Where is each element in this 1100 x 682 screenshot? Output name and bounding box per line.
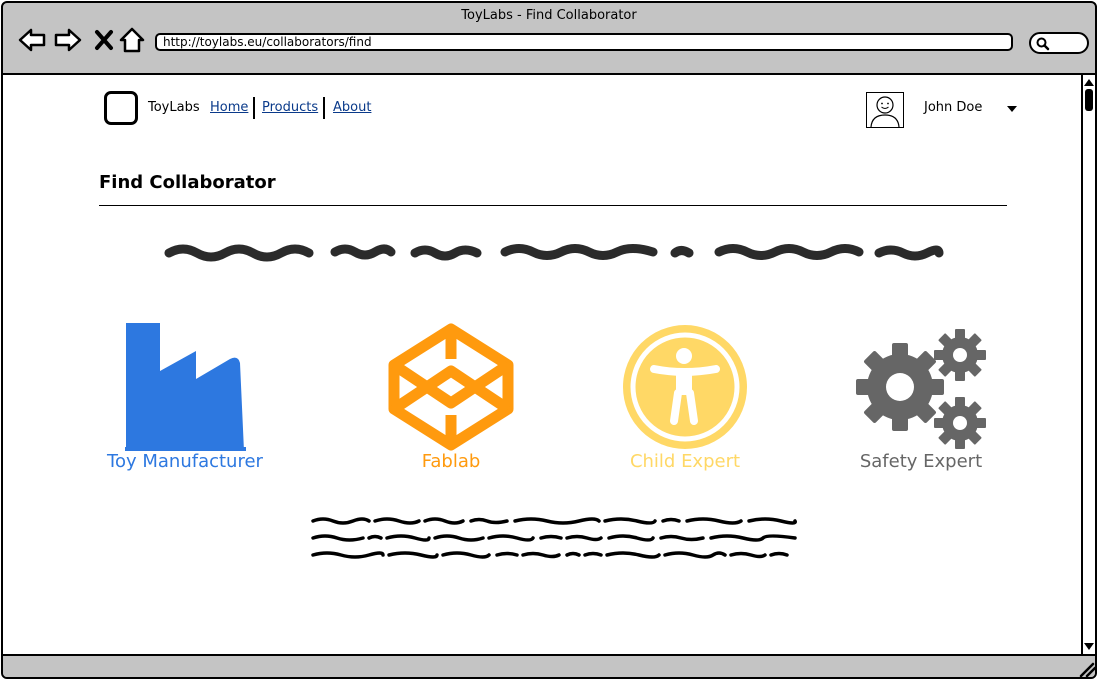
placeholder-heading-scribble bbox=[164, 244, 944, 262]
user-name[interactable]: John Doe bbox=[924, 100, 982, 115]
window-title: ToyLabs - Find Collaborator bbox=[461, 8, 637, 23]
resize-grip-icon[interactable] bbox=[1079, 662, 1097, 678]
address-bar[interactable]: http://toylabs.eu/collaborators/find bbox=[155, 33, 1013, 51]
user-avatar-icon bbox=[870, 96, 900, 128]
accessibility-icon bbox=[623, 325, 747, 449]
logo[interactable] bbox=[104, 91, 138, 125]
home-icon[interactable] bbox=[117, 25, 147, 55]
factory-icon bbox=[125, 323, 246, 451]
search-icon bbox=[1036, 37, 1050, 51]
page-title: Find Collaborator bbox=[99, 172, 276, 193]
category-toy-manufacturer[interactable]: Toy Manufacturer bbox=[75, 323, 295, 483]
avatar[interactable] bbox=[866, 92, 904, 128]
codepen-cube-icon bbox=[388, 323, 514, 451]
scroll-down-arrow-icon[interactable] bbox=[1083, 642, 1095, 652]
forward-arrow-icon[interactable] bbox=[53, 25, 83, 55]
page-viewport: ToyLabs Home Products About John Doe Fin… bbox=[3, 73, 1081, 656]
vertical-scrollbar[interactable] bbox=[1081, 73, 1095, 656]
gears-icon bbox=[856, 329, 986, 449]
category-safety-expert[interactable]: Safety Expert bbox=[811, 323, 1031, 483]
category-label: Fablab bbox=[421, 451, 481, 472]
category-label: Child Expert bbox=[629, 451, 741, 472]
category-label: Toy Manufacturer bbox=[107, 451, 263, 472]
nav-separator bbox=[253, 97, 255, 119]
category-label: Safety Expert bbox=[859, 451, 983, 472]
back-arrow-icon[interactable] bbox=[17, 25, 47, 55]
chevron-down-icon[interactable] bbox=[1006, 105, 1018, 113]
scroll-thumb[interactable] bbox=[1085, 89, 1093, 111]
nav-home-link[interactable]: Home bbox=[210, 100, 248, 115]
browser-search-box[interactable] bbox=[1029, 32, 1089, 54]
nav-separator bbox=[323, 97, 325, 119]
nav-products-link[interactable]: Products bbox=[262, 100, 318, 115]
scroll-up-arrow-icon[interactable] bbox=[1083, 77, 1095, 87]
browser-window: ToyLabs - Find Collaborator http://toyla… bbox=[1, 1, 1097, 679]
title-divider bbox=[99, 205, 1007, 206]
brand-name: ToyLabs bbox=[148, 100, 200, 115]
status-bar bbox=[3, 656, 1097, 678]
nav-about-link[interactable]: About bbox=[333, 100, 371, 115]
placeholder-paragraph-scribble bbox=[311, 517, 797, 559]
category-fablab[interactable]: Fablab bbox=[341, 323, 561, 483]
category-child-expert[interactable]: Child Expert bbox=[575, 323, 795, 483]
